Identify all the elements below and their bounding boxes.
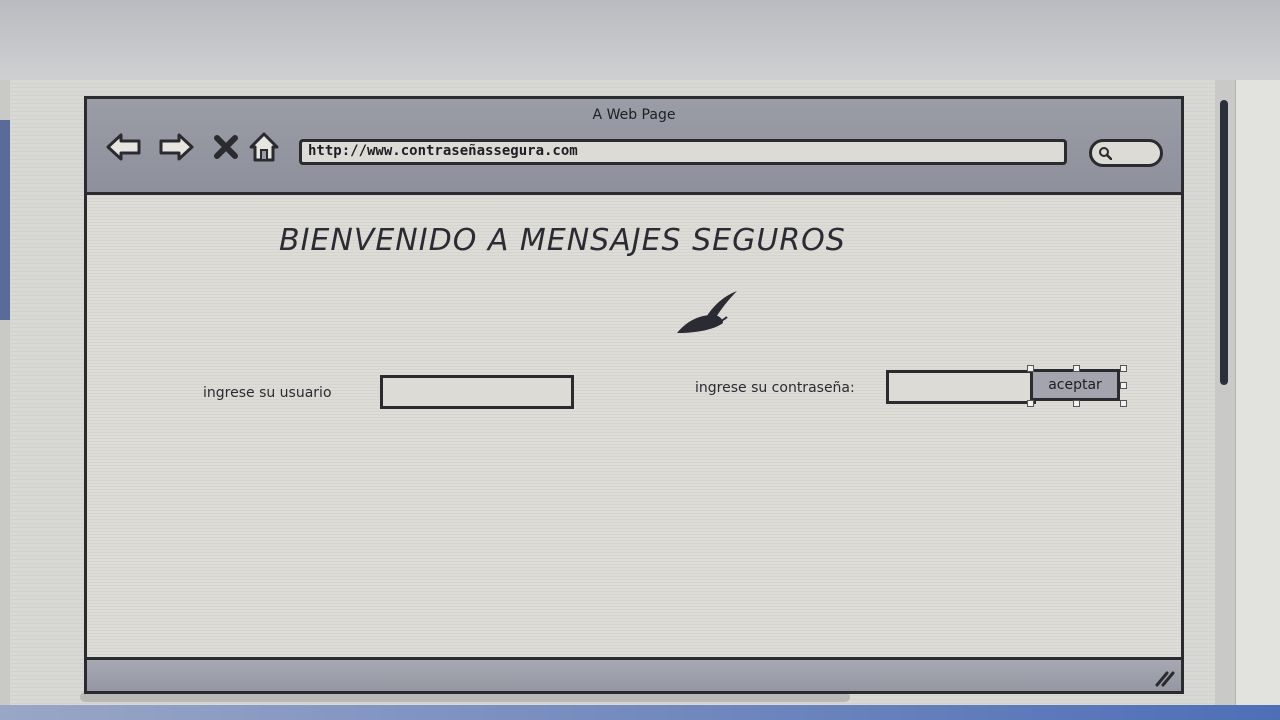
quill-logo	[675, 289, 739, 339]
search-icon	[1099, 147, 1112, 160]
monitor-bezel	[0, 0, 1280, 80]
quill-icon	[677, 291, 737, 333]
taskbar	[0, 705, 1280, 720]
stop-button[interactable]	[207, 129, 245, 165]
selection-handle[interactable]	[1073, 365, 1080, 372]
window-title: A Web Page	[592, 107, 676, 123]
close-icon	[214, 135, 238, 159]
browser-status-bar	[87, 657, 1181, 691]
selection-handle[interactable]	[1120, 382, 1127, 389]
arrow-right-icon	[159, 133, 194, 161]
scrollbar-thumb[interactable]	[1220, 100, 1228, 385]
accept-button[interactable]: aceptar	[1030, 369, 1120, 401]
selection-handle[interactable]	[1027, 400, 1034, 407]
properties-scrollbar[interactable]	[1218, 88, 1230, 688]
username-label: ingrese su usuario	[203, 385, 332, 401]
properties-panel	[1235, 80, 1280, 720]
url-bar[interactable]: http://www.contraseñassegura.com	[299, 139, 1067, 165]
selection-handle[interactable]	[1120, 365, 1127, 372]
selection-handle[interactable]	[1027, 365, 1034, 372]
page-title: BIENVENIDO A MENSAJES SEGUROS	[279, 223, 846, 258]
selection-handle[interactable]	[1073, 400, 1080, 407]
search-box[interactable]	[1089, 139, 1163, 167]
browser-toolbar: A Web Page http://www.contraseñassegura.…	[87, 99, 1181, 195]
home-icon	[249, 132, 279, 162]
forward-button[interactable]	[157, 129, 195, 165]
browser-wireframe: A Web Page http://www.contraseñassegura.…	[84, 96, 1184, 694]
left-panel-edge	[0, 120, 10, 320]
password-label: ingrese su contraseña:	[695, 380, 855, 396]
back-button[interactable]	[105, 129, 143, 165]
home-button[interactable]	[245, 129, 283, 165]
resize-grip-icon[interactable]	[1153, 669, 1175, 687]
password-input[interactable]	[886, 370, 1036, 404]
arrow-left-icon	[106, 133, 141, 161]
username-input[interactable]	[380, 375, 574, 409]
selection-handle[interactable]	[1120, 400, 1127, 407]
